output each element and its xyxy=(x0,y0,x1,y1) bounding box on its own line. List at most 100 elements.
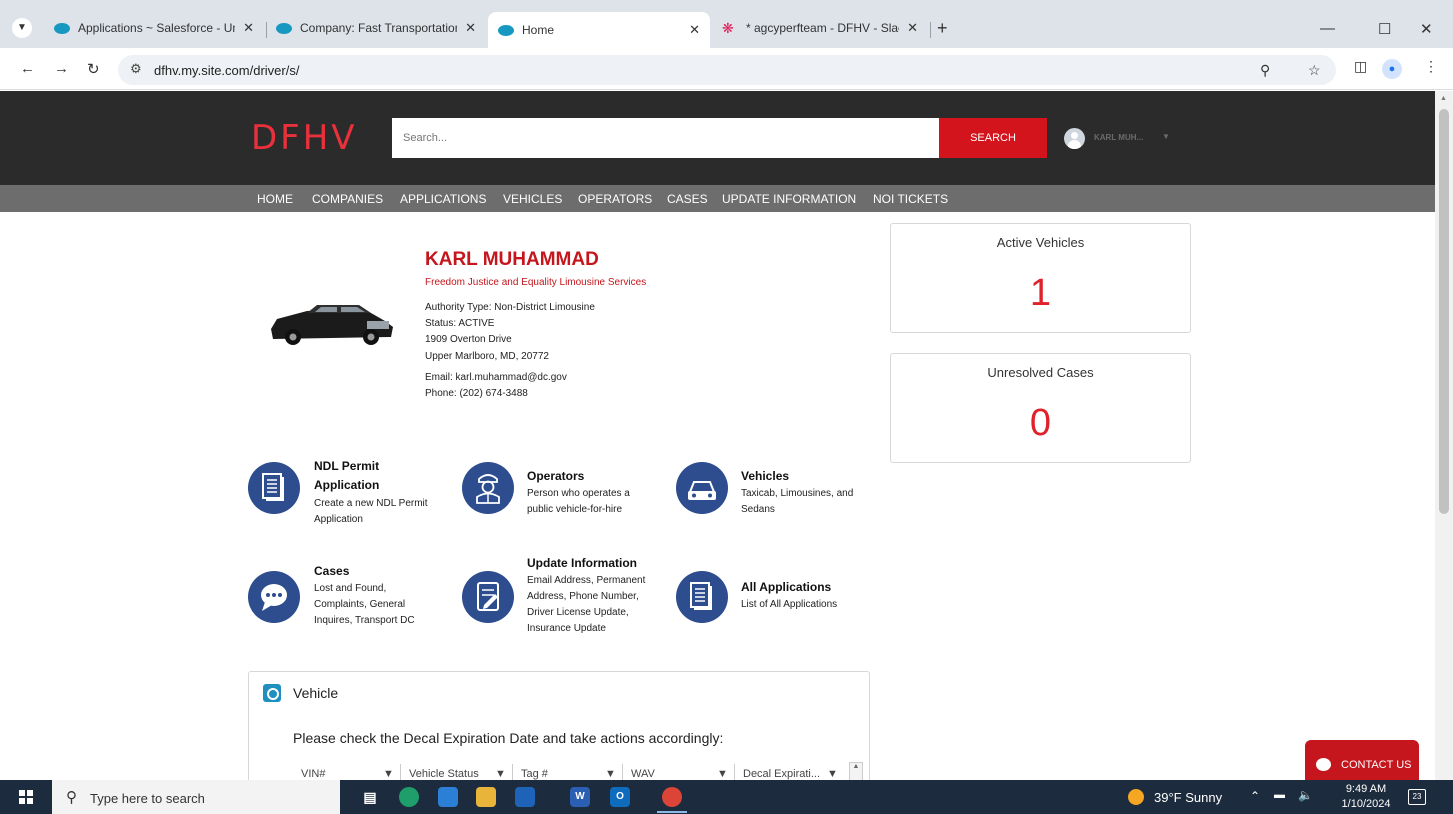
forward-icon[interactable]: → xyxy=(54,60,69,77)
windows-start-icon[interactable] xyxy=(19,790,33,804)
close-icon[interactable]: ✕ xyxy=(465,20,476,36)
mail-icon[interactable] xyxy=(438,787,458,807)
user-avatar-icon[interactable] xyxy=(1064,128,1085,149)
search-input[interactable] xyxy=(392,118,940,158)
tab-label: Home xyxy=(522,23,555,37)
new-tab-button[interactable]: + xyxy=(937,18,948,39)
driver-name: KARL MUHAMMAD xyxy=(425,249,599,270)
update-info-title[interactable]: Update Information xyxy=(527,556,637,571)
column-header-vin[interactable]: VIN# xyxy=(301,768,325,780)
contact-us-button[interactable]: CONTACT US xyxy=(1305,740,1419,784)
scrollbar-thumb[interactable] xyxy=(1439,109,1449,514)
edit-form-icon[interactable] xyxy=(462,571,514,623)
ndl-permit-desc: Create a new NDL Permit xyxy=(314,498,428,509)
microsoft-store-icon[interactable] xyxy=(515,787,535,807)
column-header-wav[interactable]: WAV xyxy=(631,768,655,780)
outlook-icon[interactable]: O xyxy=(610,787,630,807)
close-icon[interactable]: ✕ xyxy=(907,20,918,36)
clock-time[interactable]: 9:49 AM xyxy=(1340,783,1392,795)
document-stack-icon[interactable] xyxy=(248,462,300,514)
nav-companies[interactable]: COMPANIES xyxy=(312,192,383,206)
taskbar-search[interactable]: ⚲ Type here to search xyxy=(52,780,340,814)
chevron-down-icon[interactable]: ▼ xyxy=(383,768,394,780)
volume-icon[interactable]: 🔈 xyxy=(1298,788,1313,802)
nav-applications[interactable]: APPLICATIONS xyxy=(400,192,486,206)
chevron-down-icon[interactable]: ▼ xyxy=(717,768,728,780)
speech-bubble-icon[interactable] xyxy=(248,571,300,623)
file-explorer-icon[interactable] xyxy=(476,787,496,807)
edge-browser-icon[interactable] xyxy=(399,787,419,807)
chevron-down-icon[interactable]: ▼ xyxy=(827,768,838,780)
dfhv-logo[interactable]: DFHV xyxy=(251,118,358,158)
column-header-decal-expiration[interactable]: Decal Expirati... xyxy=(743,768,820,780)
chevron-up-icon[interactable]: ⌃ xyxy=(1250,789,1260,803)
minimize-button[interactable]: — xyxy=(1320,20,1335,37)
nav-noi-tickets[interactable]: NOI TICKETS xyxy=(873,192,948,206)
company-name: Freedom Justice and Equality Limousine S… xyxy=(425,277,647,288)
chevron-down-icon[interactable]: ▼ xyxy=(495,768,506,780)
tab-label: * agcyperfteam - DFHV - Slack xyxy=(746,21,900,35)
status: Status: ACTIVE xyxy=(425,318,495,329)
chat-icon xyxy=(1316,758,1331,771)
salesforce-cloud-icon xyxy=(54,22,70,34)
reload-icon[interactable]: ↻ xyxy=(87,60,100,78)
task-view-icon[interactable]: ▤ xyxy=(360,787,380,807)
tab-applications-salesforce[interactable]: Applications ~ Salesforce - Unli ✕ xyxy=(44,12,264,44)
weather-sun-icon[interactable] xyxy=(1128,789,1144,805)
tab-search-button[interactable]: ▼ xyxy=(12,18,32,38)
column-header-vehicle-status[interactable]: Vehicle Status xyxy=(409,768,479,780)
decal-message: Please check the Decal Expiration Date a… xyxy=(293,730,724,746)
bookmark-star-icon[interactable]: ☆ xyxy=(1308,62,1321,79)
word-icon[interactable]: W xyxy=(570,787,590,807)
update-info-desc: Email Address, Permanent xyxy=(527,575,646,586)
nav-operators[interactable]: OPERATORS xyxy=(578,192,652,206)
vehicles-title[interactable]: Vehicles xyxy=(741,469,789,484)
all-applications-desc: List of All Applications xyxy=(741,599,838,610)
column-header-tag[interactable]: Tag # xyxy=(521,768,548,780)
nav-vehicles[interactable]: VEHICLES xyxy=(503,192,562,206)
page-scrollbar[interactable]: ▲ xyxy=(1435,91,1453,780)
notification-center-icon[interactable]: 23 xyxy=(1408,789,1426,805)
ndl-permit-title[interactable]: NDL Permit xyxy=(314,459,379,474)
taskbar-search-placeholder: Type here to search xyxy=(90,791,205,806)
ndl-permit-desc-2: Application xyxy=(314,514,363,525)
vehicles-desc-2: Sedans xyxy=(741,504,775,515)
tab-company-fast-transportation[interactable]: Company: Fast Transportation S ✕ xyxy=(266,12,486,44)
update-info-desc-4: Insurance Update xyxy=(527,623,606,634)
side-panel-icon[interactable]: ◫ xyxy=(1354,58,1367,75)
battery-icon[interactable]: ▬ xyxy=(1274,789,1285,801)
chevron-down-icon[interactable]: ▼ xyxy=(605,768,616,780)
all-applications-title[interactable]: All Applications xyxy=(741,580,831,595)
nav-home[interactable]: HOME xyxy=(257,192,293,206)
tab-home[interactable]: Home ✕ xyxy=(488,12,710,48)
zoom-icon[interactable]: ⚲ xyxy=(1260,62,1270,79)
address-line-1: 1909 Overton Drive xyxy=(425,334,512,345)
url-bar[interactable]: ⚙ dfhv.my.site.com/driver/s/ ⚲ ☆ xyxy=(118,55,1336,85)
maximize-button[interactable]: ☐ xyxy=(1378,20,1391,38)
close-icon[interactable]: ✕ xyxy=(243,20,254,36)
clock-date[interactable]: 1/10/2024 xyxy=(1340,798,1392,810)
close-window-button[interactable]: ✕ xyxy=(1420,20,1433,38)
ndl-permit-title-2[interactable]: Application xyxy=(314,478,379,493)
weather-text[interactable]: 39°F Sunny xyxy=(1154,790,1222,805)
user-name-menu[interactable]: KARL MUH... xyxy=(1094,133,1143,142)
scroll-up-icon[interactable]: ▲ xyxy=(1440,95,1447,102)
search-button[interactable]: SEARCH xyxy=(939,118,1047,158)
active-app-indicator xyxy=(657,811,687,813)
chrome-icon[interactable] xyxy=(662,787,682,807)
nav-cases[interactable]: CASES xyxy=(667,192,708,206)
nav-update-information[interactable]: UPDATE INFORMATION xyxy=(722,192,856,206)
chevron-down-icon[interactable]: ▼ xyxy=(1162,132,1170,141)
site-settings-icon[interactable]: ⚙ xyxy=(130,61,142,77)
back-icon[interactable]: ← xyxy=(20,60,35,77)
cases-title[interactable]: Cases xyxy=(314,564,349,579)
car-icon[interactable] xyxy=(676,462,728,514)
chauffeur-icon[interactable] xyxy=(462,462,514,514)
address-line-2: Upper Marlboro, MD, 20772 xyxy=(425,351,549,362)
browser-profile-icon[interactable]: ● xyxy=(1382,59,1402,79)
close-icon[interactable]: ✕ xyxy=(689,22,700,38)
browser-menu-icon[interactable]: ⋮ xyxy=(1424,58,1438,75)
document-stack-icon[interactable] xyxy=(676,571,728,623)
operators-title[interactable]: Operators xyxy=(527,469,584,484)
tab-slack[interactable]: ❋ * agcyperfteam - DFHV - Slack ✕ xyxy=(712,12,928,44)
